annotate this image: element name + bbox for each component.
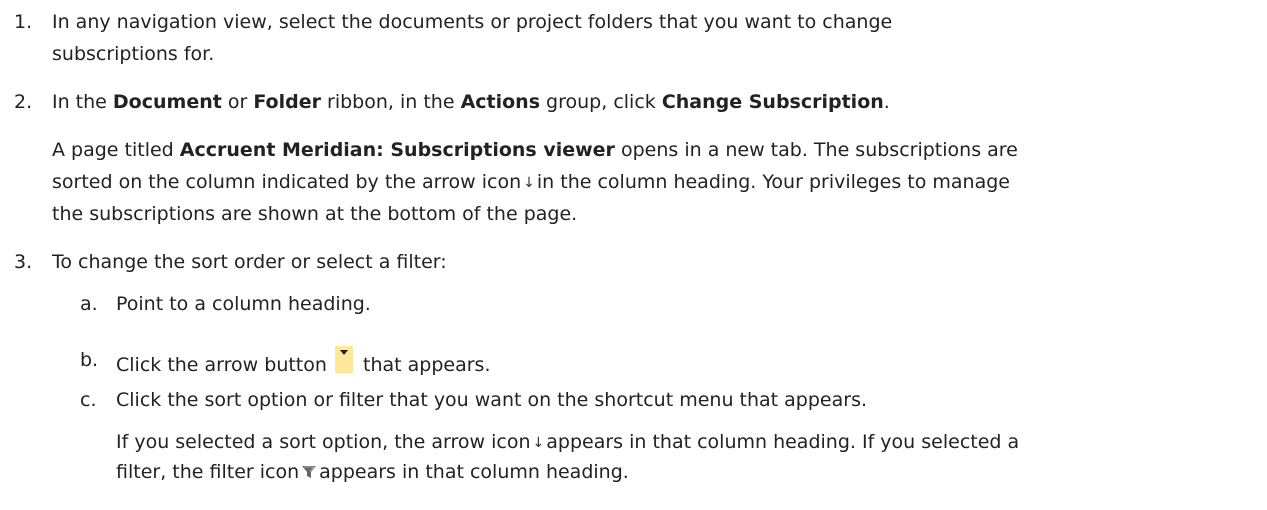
down-arrow-icon: ↓ bbox=[532, 435, 545, 451]
substep-letter: c. bbox=[80, 389, 97, 411]
command-name: Change Subscription bbox=[661, 91, 884, 113]
ribbon-name: Document bbox=[112, 91, 222, 113]
substep-text: Click the sort option or filter that you… bbox=[116, 389, 868, 411]
substep-letter: a. bbox=[80, 293, 98, 315]
substep-result: If you selected a sort option, the arrow… bbox=[116, 428, 1019, 458]
substep-letter: b. bbox=[80, 349, 99, 371]
substep-result-cont: filter, the filter icon appears in that c… bbox=[116, 461, 629, 483]
ribbon-name: Folder bbox=[253, 91, 321, 113]
filter-icon bbox=[302, 466, 317, 478]
page-title: Accruent Meridian: Subscriptions viewer bbox=[179, 139, 615, 161]
step-result-cont: sorted on the column indicated by the ar… bbox=[52, 168, 1010, 198]
step-text: In any navigation view, select the docum… bbox=[52, 11, 893, 33]
step-number: 1. bbox=[14, 11, 33, 33]
group-name: Actions bbox=[460, 91, 541, 113]
down-arrow-icon: ↓ bbox=[523, 175, 535, 191]
step-text: In the Document or Folder ribbon, in the… bbox=[52, 91, 890, 113]
step-number: 2. bbox=[14, 91, 33, 113]
step-text: To change the sort order or select a fil… bbox=[52, 251, 447, 273]
substep-text: Point to a column heading. bbox=[116, 293, 371, 315]
dropdown-arrow-button-icon bbox=[334, 346, 353, 373]
step-number: 3. bbox=[14, 251, 33, 273]
document: 1. In any navigation view, select the do… bbox=[0, 0, 1267, 510]
substep-text: Click the arrow button that appears. bbox=[116, 346, 491, 380]
step-result: A page titled Accruent Meridian: Subscri… bbox=[52, 139, 1018, 161]
step-text-cont: subscriptions for. bbox=[52, 43, 215, 65]
step-result-cont: the subscriptions are shown at the botto… bbox=[52, 203, 578, 225]
